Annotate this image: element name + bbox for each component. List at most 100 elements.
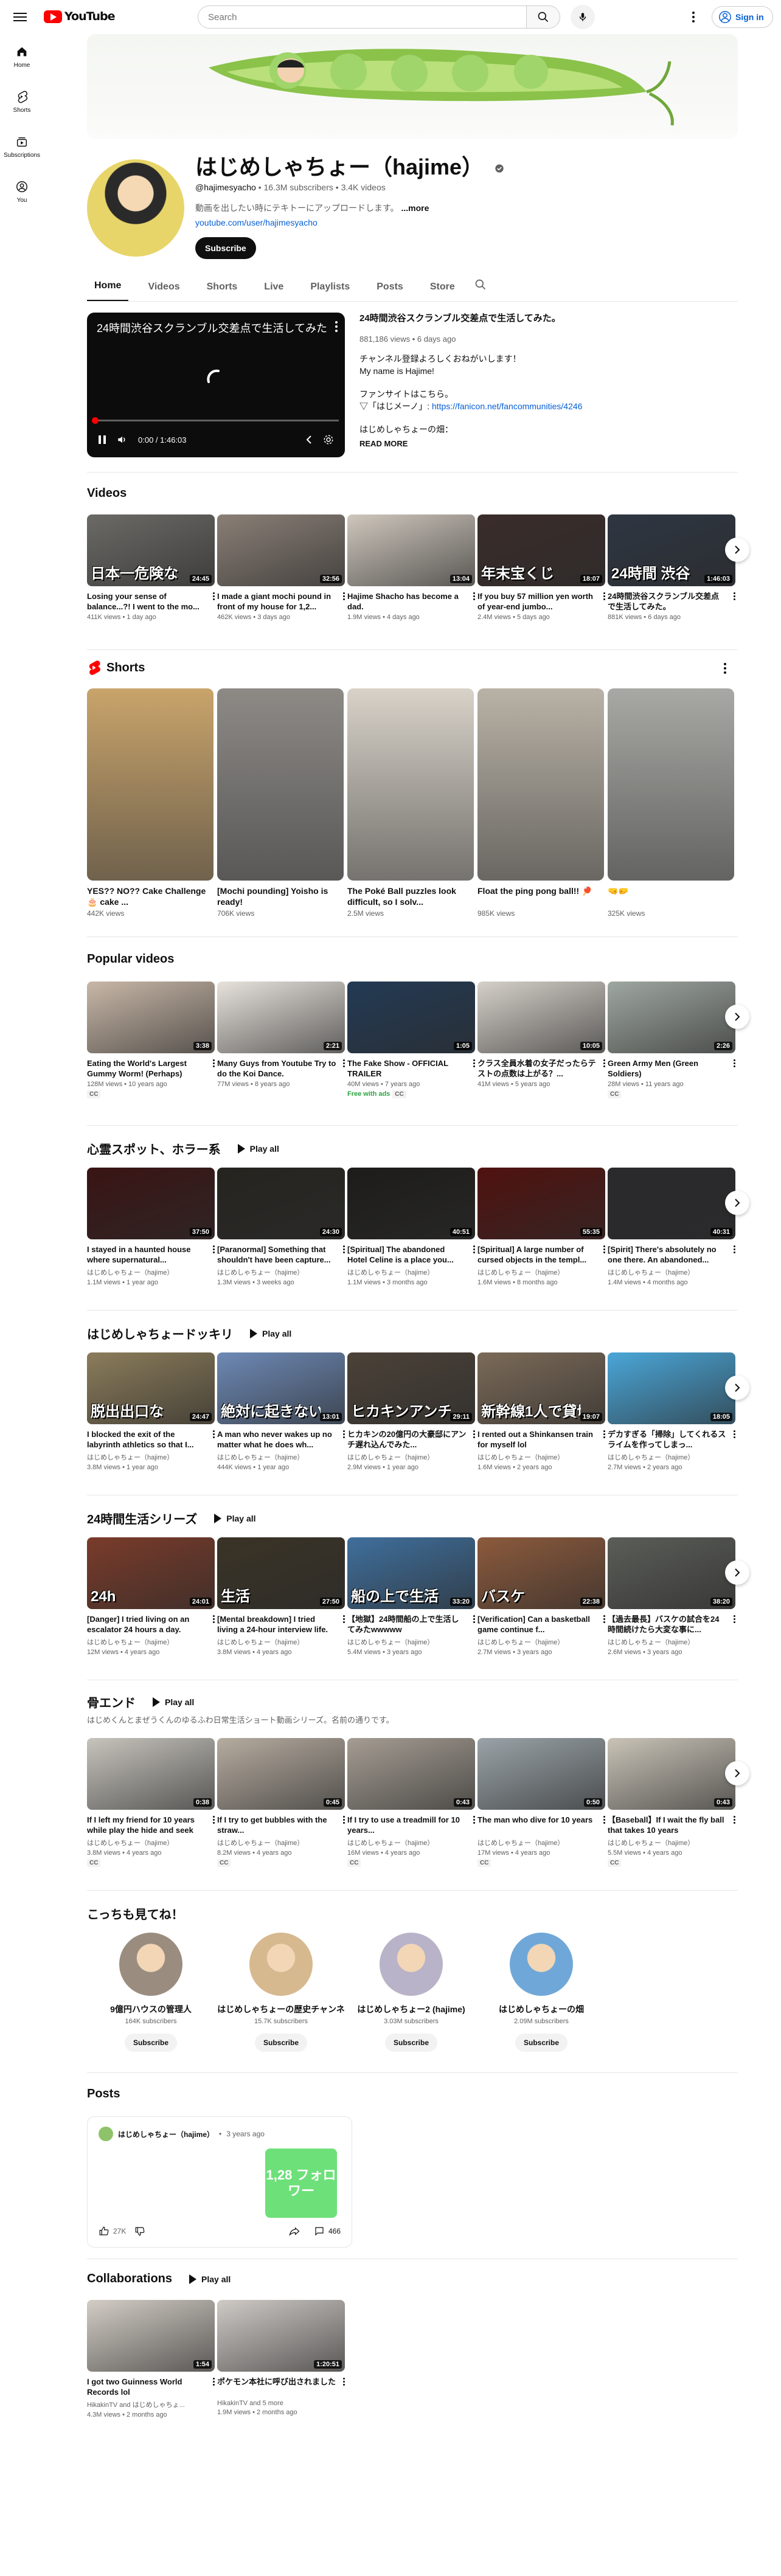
video-card[interactable]: 24:30 [Paranormal] Something that shouldn…: [217, 1168, 345, 1286]
video-card[interactable]: 0:50 The man who dive for 10 years はじめしゃちょ…: [477, 1738, 605, 1868]
read-more-link[interactable]: READ MORE: [359, 438, 615, 450]
video-channel-name[interactable]: はじめしゃちょー（hajime）: [608, 1637, 735, 1647]
post-card[interactable]: はじめしゃちょー（hajime） • 3 years ago 1,28 フォロワ…: [87, 2116, 352, 2248]
video-card[interactable]: 18:05 デカすぎる「掃除」してくれるスライムを作ってしまっ... はじめしゃちょ…: [608, 1352, 735, 1471]
video-card[interactable]: 13:04 Hajime Shacho has become a dad. 1.9M…: [347, 514, 475, 621]
featured-channel[interactable]: 9億円ハウスの管理人 164K subscribers Subscribe: [87, 1933, 215, 2052]
video-card[interactable]: ヒカキンアンチ 29:11 ヒカキンの20億円の大豪邸にアンチ遅れ込んでみた... は…: [347, 1352, 475, 1471]
video-thumbnail[interactable]: 0:43: [347, 1738, 475, 1810]
video-title[interactable]: 【過去最長】バスケの試合を24時間続けたら大変な事に...: [608, 1614, 735, 1635]
video-thumbnail[interactable]: 生活 27:50: [217, 1537, 345, 1609]
video-title[interactable]: 【地獄】24時間船の上で生活してみたwwwww: [347, 1614, 475, 1635]
video-menu-icon[interactable]: [734, 1816, 735, 1824]
video-title[interactable]: If I left my friend for 10 years while p…: [87, 1815, 215, 1835]
video-title[interactable]: If you buy 57 million yen worth of year-…: [477, 591, 605, 612]
channel-name[interactable]: 9億円ハウスの管理人: [87, 2003, 215, 2015]
short-thumbnail[interactable]: [347, 688, 474, 881]
video-title[interactable]: Hajime Shacho has become a dad.: [347, 591, 475, 612]
video-menu-icon[interactable]: [734, 1059, 735, 1067]
chevron-left-icon[interactable]: [305, 435, 313, 445]
video-thumbnail[interactable]: 新幹線1人で貸切り19:07: [477, 1352, 605, 1424]
video-thumbnail[interactable]: 2:21: [217, 982, 345, 1053]
video-menu-icon[interactable]: [343, 1615, 345, 1623]
video-channel-name[interactable]: はじめしゃちょー（hajime）: [217, 1267, 345, 1277]
video-menu-icon[interactable]: [213, 1615, 215, 1623]
short-thumbnail[interactable]: [217, 688, 344, 881]
post-image[interactable]: 1,28 フォロワー: [265, 2148, 337, 2218]
channel-name[interactable]: はじめしゃちょー2 (hajime): [347, 2003, 475, 2015]
video-title[interactable]: [Spiritual] The abandoned Hotel Celine i…: [347, 1244, 475, 1265]
video-card[interactable]: 10:05 クラス全員水着の女子だったらテストの点数は上がる？... 41M vie…: [477, 982, 605, 1088]
pause-icon[interactable]: [98, 435, 106, 445]
video-channel-name[interactable]: HikakinTV and 5 more: [217, 2400, 345, 2407]
video-menu-icon[interactable]: [213, 1430, 215, 1438]
video-thumbnail[interactable]: 38:20: [608, 1537, 735, 1609]
tab-home[interactable]: Home: [87, 280, 129, 301]
short-title[interactable]: [Mochi pounding] Yoisho is ready!: [217, 885, 344, 907]
video-menu-icon[interactable]: [603, 1059, 605, 1067]
next-arrow-button[interactable]: [725, 1191, 749, 1215]
video-card[interactable]: 55:35 [Spiritual] A large number of curse…: [477, 1168, 605, 1286]
video-card[interactable]: 24時間 渋谷 1:46:03 24時間渋谷スクランブル交差点で生活してみた。 881…: [608, 514, 735, 621]
video-channel-name[interactable]: はじめしゃちょー（hajime）: [87, 1452, 215, 1462]
video-card[interactable]: 0:45 If I try to get bubbles with the str…: [217, 1738, 345, 1868]
video-card[interactable]: 40:31 [Spirit] There's absolutely no one …: [608, 1168, 735, 1286]
tab-videos[interactable]: Videos: [141, 282, 187, 301]
featured-video-player[interactable]: 24時間渋谷スクランブル交差点で生活してみた。 0:00 / 1:46:03: [87, 313, 345, 457]
video-card[interactable]: 0:43 If I try to use a treadmill for 10 y…: [347, 1738, 475, 1868]
video-title[interactable]: I made a giant mochi pound in front of m…: [217, 591, 345, 612]
featured-channel[interactable]: はじめしゃちょーの畑 2.09M subscribers Subscribe: [477, 1933, 605, 2052]
video-title[interactable]: The Fake Show - OFFICIAL TRAILER: [347, 1058, 475, 1079]
channel-name[interactable]: はじめしゃちょーの歴史チャンネ: [217, 2003, 345, 2015]
play-all-button[interactable]: Play all: [250, 1329, 291, 1338]
video-title[interactable]: I blocked the exit of the labyrinth athl…: [87, 1429, 215, 1450]
video-title[interactable]: If I try to use a treadmill for 10 years…: [347, 1815, 475, 1835]
guide-item-subscriptions[interactable]: Subscriptions: [0, 124, 44, 169]
settings-menu-icon[interactable]: [687, 11, 699, 23]
play-all-button[interactable]: Play all: [238, 1144, 279, 1154]
short-thumbnail[interactable]: [608, 688, 734, 881]
video-menu-icon[interactable]: [603, 592, 605, 600]
video-thumbnail[interactable]: 10:05: [477, 982, 605, 1053]
video-channel-name[interactable]: はじめしゃちょー（hajime）: [477, 1452, 605, 1462]
video-card[interactable]: 32:56 I made a giant mochi pound in front…: [217, 514, 345, 621]
video-channel-name[interactable]: HikakinTV and はじめしゃちょ...: [87, 2400, 215, 2409]
section-title[interactable]: Popular videos: [87, 952, 174, 966]
video-menu-icon[interactable]: [603, 1245, 605, 1253]
video-thumbnail[interactable]: 1:05: [347, 982, 475, 1053]
guide-item-shorts[interactable]: Shorts: [0, 79, 44, 124]
video-menu-icon[interactable]: [473, 1615, 475, 1623]
video-channel-name[interactable]: はじめしゃちょー（hajime）: [347, 1637, 475, 1647]
video-card[interactable]: 脱出出口な 24:47 I blocked the exit of the laby…: [87, 1352, 215, 1471]
video-thumbnail[interactable]: 3:38: [87, 982, 215, 1053]
video-title[interactable]: デカすぎる「掃除」してくれるスライムを作ってしまっ...: [608, 1429, 735, 1450]
video-thumbnail[interactable]: 0:38: [87, 1738, 215, 1810]
post-comments[interactable]: 466: [328, 2227, 341, 2235]
channel-search-button[interactable]: [474, 279, 487, 301]
video-title[interactable]: クラス全員水着の女子だったらテストの点数は上がる？...: [477, 1058, 605, 1079]
subscribe-button[interactable]: Subscribe: [124, 2034, 178, 2052]
featured-channel[interactable]: はじめしゃちょーの歴史チャンネ 15.7K subscribers Subscrib…: [217, 1933, 345, 2052]
description-more-link[interactable]: ...more: [401, 203, 429, 213]
youtube-logo[interactable]: YouTube: [44, 10, 115, 23]
video-thumbnail[interactable]: 0:45: [217, 1738, 345, 1810]
sign-in-button[interactable]: Sign in: [712, 6, 773, 28]
subscribe-button[interactable]: Subscribe: [195, 237, 256, 259]
video-card[interactable]: バスケ 22:38 [Verification] Can a basketball …: [477, 1537, 605, 1656]
short-title[interactable]: 🤜🤛: [608, 885, 734, 907]
video-menu-icon[interactable]: [734, 1430, 735, 1438]
video-title[interactable]: ヒカキンの20億円の大豪邸にアンチ遅れ込んでみた...: [347, 1429, 475, 1450]
play-all-button[interactable]: Play all: [153, 1697, 194, 1707]
share-icon[interactable]: [288, 2226, 300, 2237]
video-title[interactable]: The man who dive for 10 years: [477, 1815, 605, 1835]
video-thumbnail[interactable]: 37:50: [87, 1168, 215, 1239]
guide-item-you[interactable]: You: [0, 169, 44, 214]
video-menu-icon[interactable]: [473, 1430, 475, 1438]
post-author[interactable]: はじめしゃちょー（hajime）: [118, 2129, 214, 2139]
section-title[interactable]: Videos: [87, 486, 127, 500]
video-channel-name[interactable]: はじめしゃちょー（hajime）: [217, 1452, 345, 1462]
video-channel-name[interactable]: はじめしゃちょー（hajime）: [87, 1838, 215, 1847]
video-menu-icon[interactable]: [213, 1245, 215, 1253]
video-channel-name[interactable]: はじめしゃちょー（hajime）: [87, 1267, 215, 1277]
video-card[interactable]: 1:05 The Fake Show - OFFICIAL TRAILER 40M …: [347, 982, 475, 1099]
